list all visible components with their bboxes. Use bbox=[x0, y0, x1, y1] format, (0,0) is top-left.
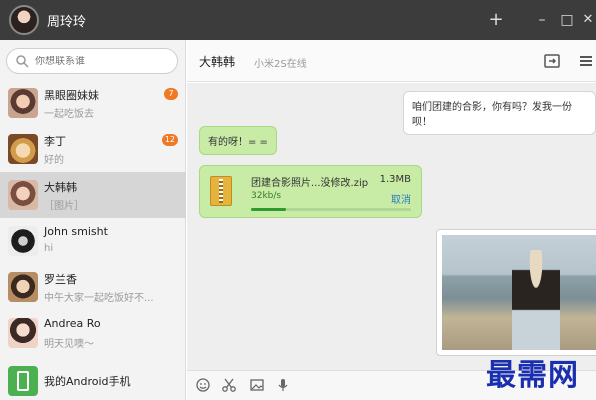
menu-icon[interactable] bbox=[577, 52, 595, 70]
transfer-speed: 32kb/s bbox=[251, 191, 282, 201]
emoji-icon[interactable] bbox=[195, 377, 211, 393]
avatar bbox=[8, 88, 38, 118]
file-size: 1.3MB bbox=[379, 174, 411, 185]
contact-item[interactable]: 罗兰香 中午大家一起吃饭好不... bbox=[0, 264, 186, 310]
contact-item[interactable]: Andrea Ro 明天见噢～ bbox=[0, 310, 186, 356]
contact-preview: hi bbox=[44, 243, 54, 254]
chat-status: 小米2S在线 bbox=[254, 59, 307, 70]
avatar bbox=[8, 272, 38, 302]
microphone-icon[interactable] bbox=[275, 377, 291, 393]
image-icon[interactable] bbox=[249, 377, 265, 393]
contact-item-selected[interactable]: 大韩韩 ［图片］ bbox=[0, 172, 186, 218]
minimize-button[interactable]: – bbox=[530, 8, 554, 32]
zip-file-icon bbox=[210, 176, 232, 206]
contact-name: 李丁 bbox=[44, 135, 66, 148]
outgoing-message: 咱们团建的合影，你有吗？发我一份呗！ bbox=[403, 91, 596, 135]
photo-subject bbox=[512, 250, 560, 350]
contact-item[interactable]: 黑眼圈妹妹 一起吃饭去 7 bbox=[0, 80, 186, 126]
contact-name: 黑眼圈妹妹 bbox=[44, 89, 99, 102]
add-button[interactable]: + bbox=[484, 8, 508, 32]
avatar bbox=[8, 180, 38, 210]
contact-name: John smisht bbox=[44, 225, 108, 238]
avatar bbox=[8, 318, 38, 348]
contact-preview: 一起吃饭去 bbox=[44, 109, 94, 120]
contact-name: Andrea Ro bbox=[44, 317, 101, 330]
transfer-progress-bar bbox=[251, 208, 411, 211]
file-transfer-card: 团建合影照片...没修改.zip 1.3MB 32kb/s 取消 bbox=[199, 165, 422, 218]
contact-preview: 好的 bbox=[44, 155, 64, 166]
folder-icon[interactable] bbox=[543, 52, 561, 70]
avatar bbox=[8, 226, 38, 256]
search-icon bbox=[16, 55, 29, 68]
incoming-message: 有的呀！= = bbox=[199, 126, 277, 155]
contact-name: 我的Android手机 bbox=[44, 375, 131, 388]
contact-preview: ［图片］ bbox=[44, 201, 84, 212]
watermark-logo: 最需网 bbox=[486, 358, 579, 393]
unread-badge: 12 bbox=[161, 134, 178, 146]
my-avatar[interactable] bbox=[9, 5, 39, 35]
contact-name: 罗兰香 bbox=[44, 273, 77, 286]
file-name: 团建合影照片...没修改.zip bbox=[251, 178, 369, 189]
search-box[interactable] bbox=[6, 48, 178, 74]
my-name: 周玲玲 bbox=[47, 14, 87, 30]
title-bar: 周玲玲 + – □ ✕ bbox=[0, 0, 596, 40]
contact-item[interactable]: John smisht hi bbox=[0, 218, 186, 264]
contact-name: 大韩韩 bbox=[44, 181, 77, 194]
chat-header: 大韩韩 小米2S在线 bbox=[187, 40, 596, 82]
scissors-icon[interactable] bbox=[221, 377, 237, 393]
message-area: 咱们团建的合影，你有吗？发我一份呗！ 有的呀！= = 团建合影照片...没修改.… bbox=[187, 83, 596, 370]
search-input[interactable] bbox=[35, 55, 175, 67]
android-phone-icon bbox=[8, 366, 38, 396]
unread-badge: 7 bbox=[164, 88, 178, 100]
cancel-transfer-link[interactable]: 取消 bbox=[391, 191, 411, 206]
contact-preview: 明天见噢～ bbox=[44, 339, 94, 350]
contact-preview: 中午大家一起吃饭好不... bbox=[44, 293, 154, 304]
close-button[interactable]: ✕ bbox=[576, 8, 596, 32]
avatar bbox=[8, 134, 38, 164]
beach-photo bbox=[442, 235, 596, 350]
contacts-sidebar: 黑眼圈妹妹 一起吃饭去 7 李丁 好的 12 大韩韩 ［图片］ John smi… bbox=[0, 40, 186, 400]
chat-title: 大韩韩 bbox=[199, 55, 236, 69]
contact-item-device[interactable]: 我的Android手机 bbox=[0, 356, 186, 400]
transfer-progress-fill bbox=[251, 208, 287, 211]
contact-list: 黑眼圈妹妹 一起吃饭去 7 李丁 好的 12 大韩韩 ［图片］ John smi… bbox=[0, 80, 186, 400]
contact-item[interactable]: 李丁 好的 12 bbox=[0, 126, 186, 172]
photo-message[interactable] bbox=[436, 229, 596, 356]
